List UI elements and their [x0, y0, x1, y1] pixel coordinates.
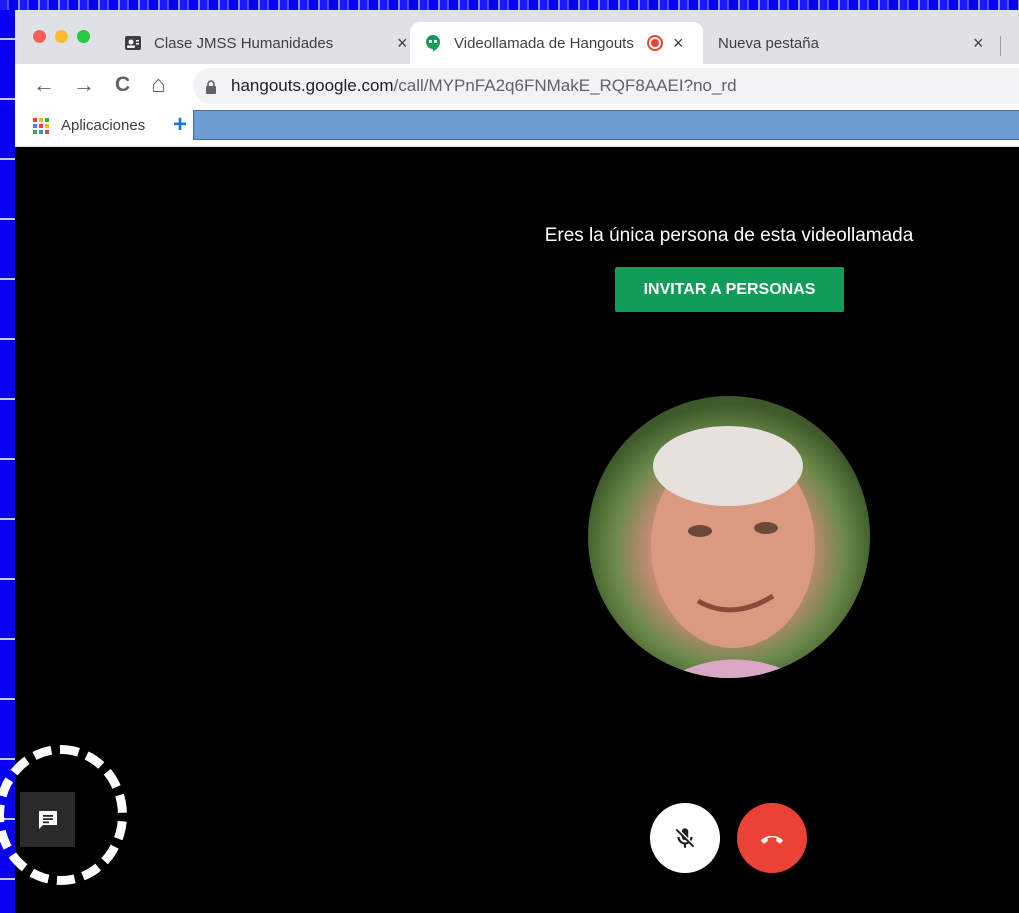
- browser-window: Clase JMSS Humanidades × Videollamada de…: [0, 10, 1019, 913]
- contact-card-icon: [124, 34, 142, 52]
- close-tab-icon[interactable]: ×: [973, 33, 984, 54]
- tab-strip: Clase JMSS Humanidades × Videollamada de…: [15, 10, 1019, 64]
- back-arrow-icon[interactable]: ←: [33, 73, 55, 97]
- reload-icon[interactable]: C: [115, 73, 130, 97]
- close-tab-icon[interactable]: ×: [673, 33, 684, 54]
- background-strip: [0, 0, 1019, 10]
- url-path: /call/MYPnFA2q6FNMakE_RQF8AAEI?no_rd: [393, 76, 737, 95]
- mic-off-icon: [675, 827, 696, 848]
- minimize-window-button[interactable]: [55, 30, 68, 43]
- add-bookmark-icon[interactable]: +: [173, 111, 187, 139]
- tab-title: Nueva pestaña: [718, 34, 819, 52]
- tab-hangouts[interactable]: Videollamada de Hangouts ×: [410, 22, 703, 64]
- alone-message: Eres la única persona de esta videollama…: [544, 225, 914, 246]
- close-window-button[interactable]: [33, 30, 46, 43]
- chat-button[interactable]: [20, 792, 75, 847]
- tab-title: Clase JMSS Humanidades: [154, 34, 334, 52]
- participant-avatar: [588, 396, 870, 678]
- hang-up-icon: [760, 835, 784, 844]
- record-icon: [647, 35, 663, 51]
- maximize-window-button[interactable]: [77, 30, 90, 43]
- mute-microphone-button[interactable]: [650, 803, 720, 873]
- browser-toolbar: ← → C ⌂ hangouts.google.com/call/MYPnFA2…: [15, 64, 1019, 108]
- hang-up-button[interactable]: [737, 803, 807, 873]
- chat-icon: [38, 810, 57, 829]
- bookmarks-bar: Aplicaciones +: [15, 108, 1019, 147]
- bookmark-name-field[interactable]: [193, 110, 1019, 140]
- tab-nueva-pestana[interactable]: Nueva pestaña ×: [703, 22, 1003, 64]
- lock-icon: [205, 79, 217, 94]
- hangouts-icon: [424, 34, 442, 52]
- apps-grid-icon: [33, 117, 49, 134]
- tab-title: Videollamada de Hangouts: [454, 34, 634, 52]
- close-tab-icon[interactable]: ×: [397, 33, 408, 54]
- tab-clase-jmss[interactable]: Clase JMSS Humanidades ×: [110, 22, 410, 64]
- call-area: Eres la única persona de esta videollama…: [0, 147, 1019, 913]
- invite-people-button[interactable]: INVITAR A PERSONAS: [615, 267, 844, 312]
- apps-shortcut[interactable]: Aplicaciones: [33, 117, 145, 134]
- tab-divider: [1000, 36, 1001, 56]
- apps-label: Aplicaciones: [61, 117, 146, 134]
- forward-arrow-icon[interactable]: →: [73, 73, 95, 97]
- home-icon[interactable]: ⌂: [151, 73, 166, 97]
- address-bar[interactable]: hangouts.google.com/call/MYPnFA2q6FNMakE…: [193, 68, 1019, 104]
- url-host: hangouts.google.com: [231, 76, 394, 95]
